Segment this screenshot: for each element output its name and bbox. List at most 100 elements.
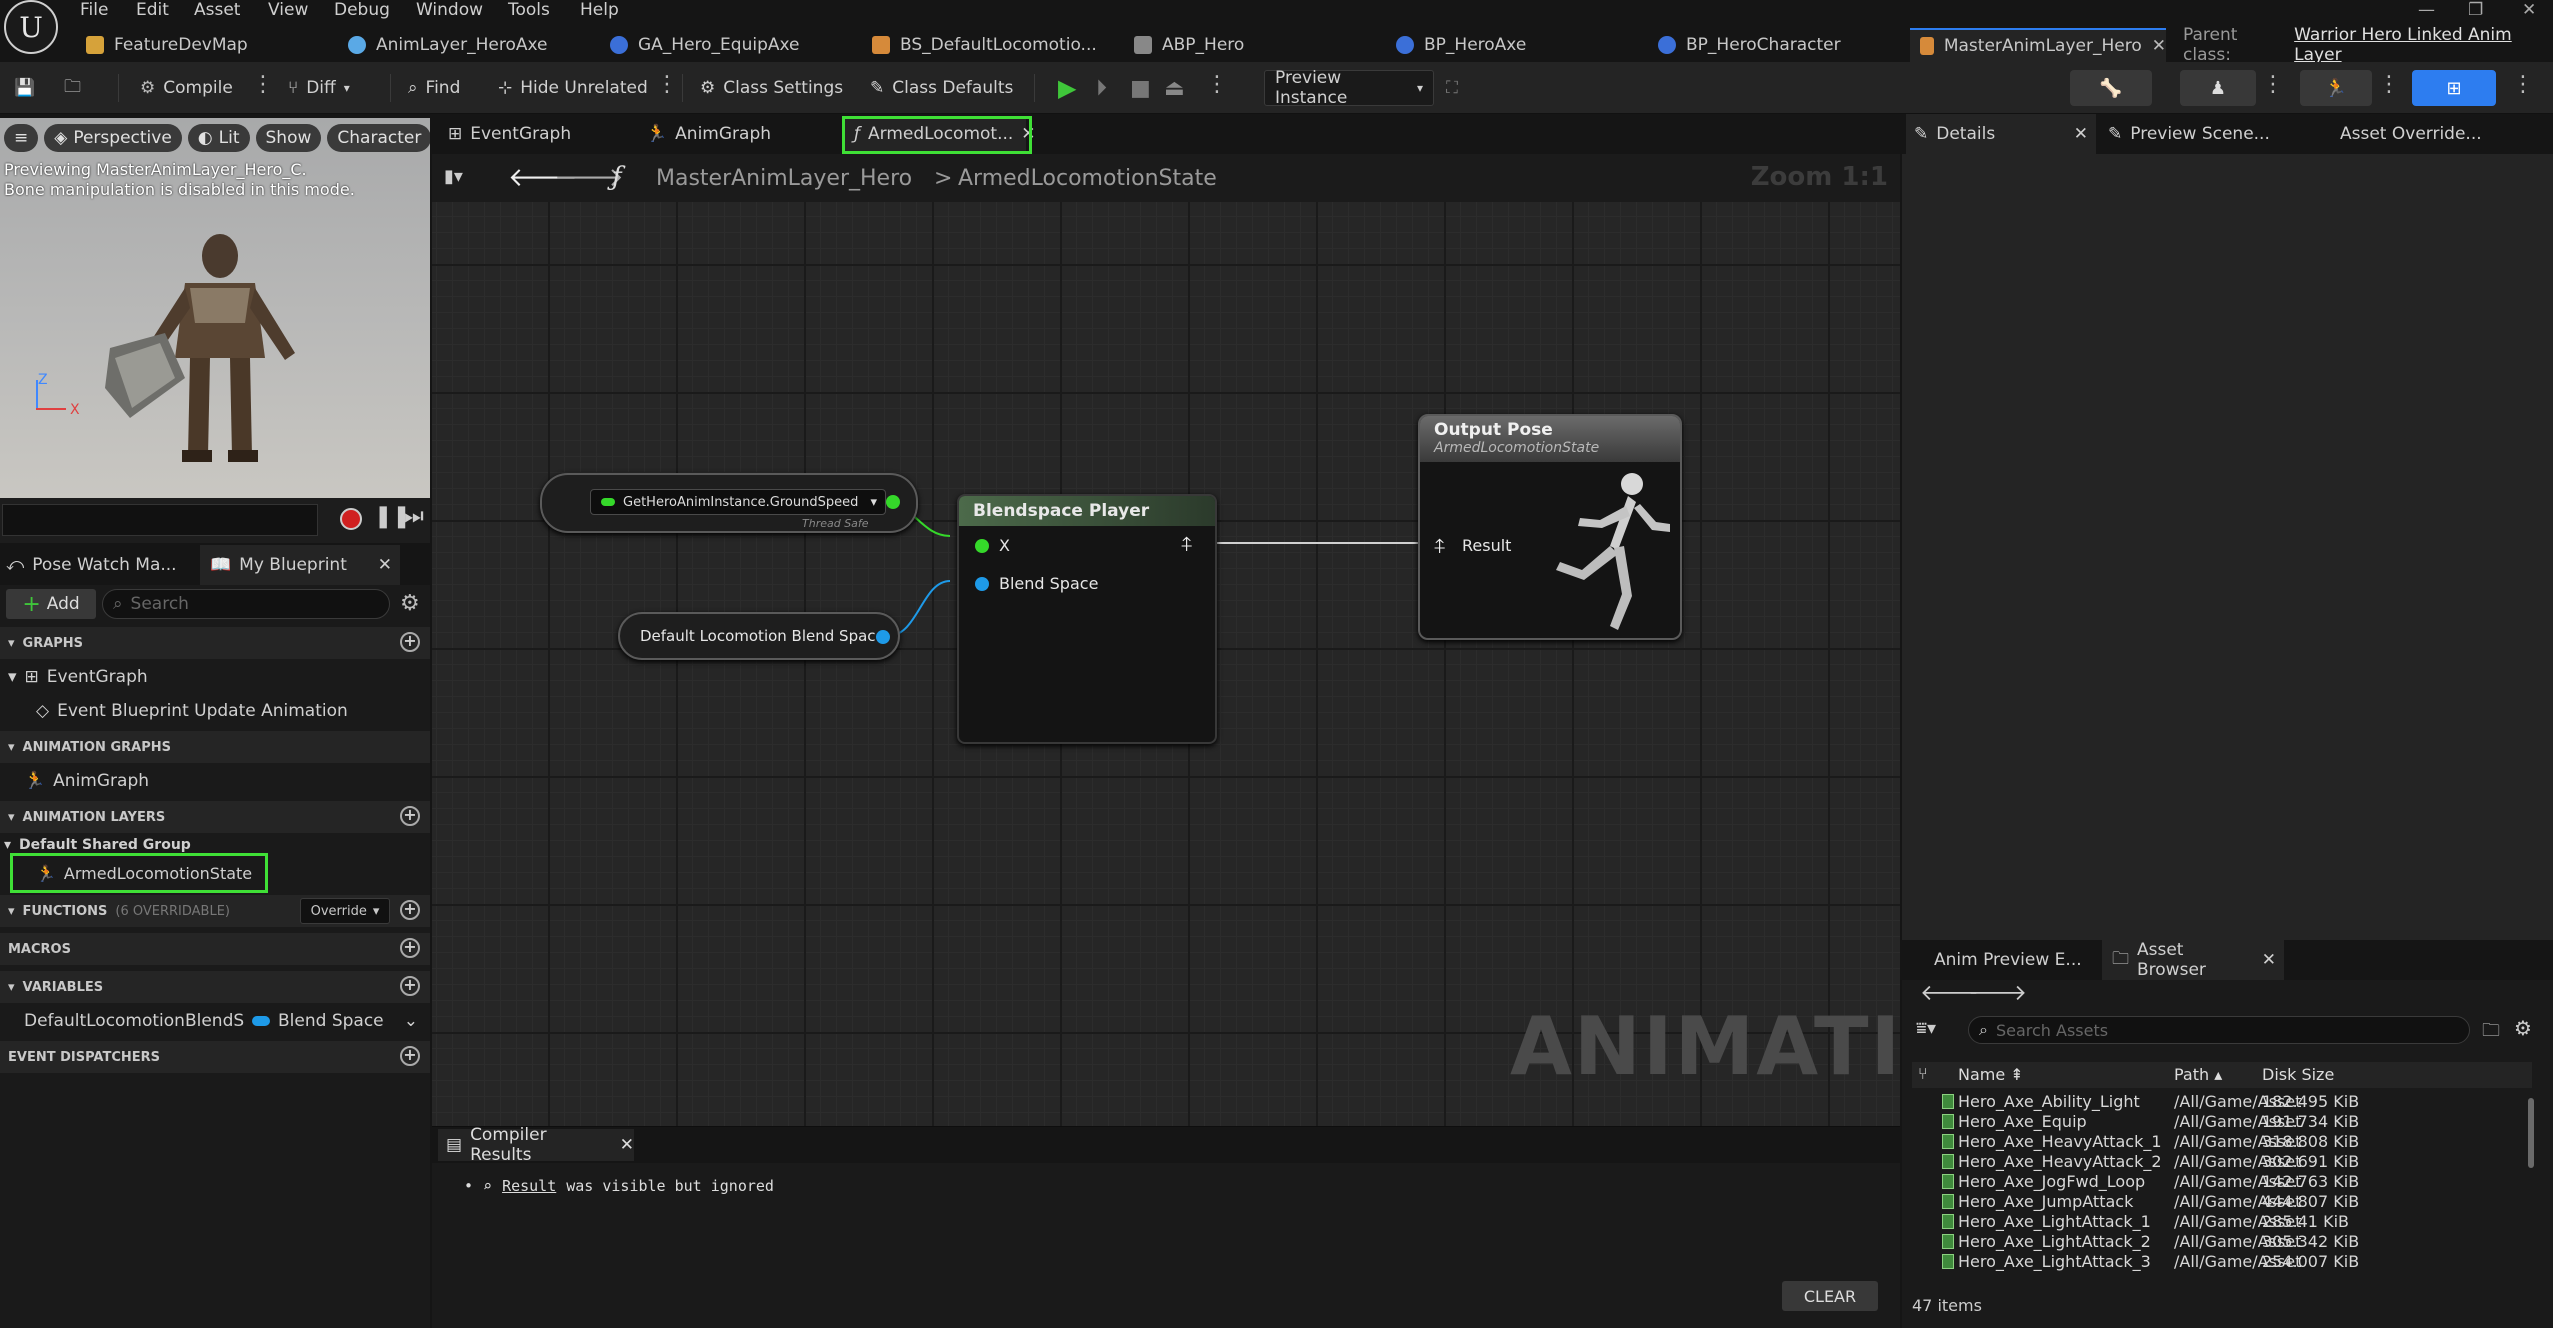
column-path[interactable]: Path ▴ (2174, 1065, 2222, 1084)
doc-tab-bp-heroaxe[interactable]: BP_HeroAxe (1396, 28, 1526, 62)
column-options-icon[interactable]: ⑂ (1918, 1064, 1928, 1083)
character-button[interactable]: Character (327, 124, 430, 152)
simulate-icon[interactable]: ⏏ (1164, 70, 1185, 106)
class-settings-button[interactable]: ⚙ Class Settings (700, 70, 843, 106)
menu-debug[interactable]: Debug (334, 0, 390, 20)
tab-details[interactable]: ✎ Details ✕ (1906, 114, 2096, 154)
play-options-icon[interactable]: ⋮ (1206, 72, 1228, 97)
asset-row[interactable]: Hero_Axe_LightAttack_2/All/Game/Asset 305… (1912, 1232, 2532, 1252)
menu-edit[interactable]: Edit (136, 0, 169, 20)
viewport-menu-button[interactable]: ≡ (4, 124, 39, 152)
property-access-dropdown[interactable]: GetHeroAnimInstance.GroundSpeed ▾ (590, 489, 886, 515)
getter-node[interactable]: GetHeroAnimInstance.GroundSpeed ▾ Thread… (540, 473, 918, 533)
doc-tab-animlayer-heroaxe[interactable]: AnimLayer_HeroAxe (348, 28, 547, 62)
asset-list-scrollbar[interactable] (2528, 1098, 2534, 1168)
forward-arrow-icon[interactable]: 🡒 (1968, 980, 2027, 1006)
asset-row[interactable]: Hero_Axe_JogFwd_Loop/All/Game/Asset 142.7… (1912, 1172, 2532, 1192)
settings-gear-icon[interactable]: ⚙ (2514, 1016, 2532, 1040)
blendspace-player-node[interactable]: Blendspace Player X ⍏ Blend Space (957, 494, 1217, 744)
close-tab-icon[interactable]: ✕ (2074, 124, 2088, 144)
tab-asset-override[interactable]: Asset Override... (2340, 114, 2482, 154)
add-function-icon[interactable]: + (400, 900, 420, 920)
add-variable-icon[interactable]: + (400, 976, 420, 996)
compiler-result-link[interactable]: Result (502, 1177, 556, 1195)
mesh-options-icon[interactable]: ⋮ (2262, 72, 2284, 97)
folder-icon[interactable]: 🗀 (2482, 1018, 2500, 1048)
section-graphs[interactable]: ▾ GRAPHS + (0, 627, 430, 659)
menu-asset[interactable]: Asset (194, 0, 240, 20)
add-graph-icon[interactable]: + (400, 632, 420, 652)
hide-unrelated-button[interactable]: ⊹ Hide Unrelated (498, 70, 648, 106)
section-animation-graphs[interactable]: ▾ ANIMATION GRAPHS (0, 731, 430, 763)
doc-tab-abp-hero[interactable]: ABP_Hero (1134, 28, 1244, 62)
save-icon[interactable]: 💾 (14, 70, 35, 106)
play-forward-icon[interactable]: ⏭ (404, 504, 424, 529)
debug-filter-icon[interactable]: ⛶ (1446, 70, 1458, 106)
blueprint-options-icon[interactable]: ⋮ (2512, 72, 2534, 97)
add-macro-icon[interactable]: + (400, 938, 420, 958)
mesh-mode-button[interactable]: ♟ (2180, 70, 2256, 106)
doc-tab-bs-defaultlocomotion[interactable]: BS_DefaultLocomotio... (872, 28, 1097, 62)
animation-options-icon[interactable]: ⋮ (2378, 72, 2400, 97)
pose-output-pin-icon[interactable]: ⍏ (1181, 532, 1193, 556)
doc-tab-featuredevmap[interactable]: FeatureDevMap (86, 28, 248, 62)
doc-tab-masteranimlayer-hero[interactable]: MasterAnimLayer_Hero ✕ (1910, 28, 2166, 62)
tab-compiler-results[interactable]: ▤ Compiler Results ✕ (438, 1125, 634, 1165)
graph-item-eventgraph[interactable]: ▾ ⊞ EventGraph (0, 661, 430, 693)
add-layer-icon[interactable]: + (400, 806, 420, 826)
close-tab-icon[interactable]: ✕ (2262, 950, 2276, 970)
tab-pose-watch[interactable]: ⤺ Pose Watch Ma... (6, 545, 177, 585)
blueprint-mode-button[interactable]: ⊞ (2412, 70, 2496, 106)
close-tab-icon[interactable]: ✕ (620, 1135, 634, 1155)
preview-instance-dropdown[interactable]: Preview Instance ▾ (1264, 68, 1434, 108)
filter-icon[interactable]: ⩸▾ (1916, 1018, 1936, 1039)
event-item-update-animation[interactable]: ◇ Event Blueprint Update Animation (0, 695, 430, 727)
doc-tab-ga-hero-equipaxe[interactable]: GA_Hero_EquipAxe (610, 28, 800, 62)
override-dropdown[interactable]: Override ▾ (300, 898, 390, 924)
menu-window[interactable]: Window (416, 0, 483, 20)
menu-help[interactable]: Help (580, 0, 619, 20)
column-name[interactable]: Name ⇞ (1958, 1065, 2024, 1084)
animation-mode-button[interactable]: 🏃 (2300, 70, 2372, 106)
blueprint-search[interactable]: ⌕ Search (102, 589, 390, 619)
asset-row[interactable]: Hero_Axe_HeavyAttack_1/All/Game/Asset 318… (1912, 1132, 2532, 1152)
minimize-icon[interactable]: — (2418, 0, 2435, 20)
menu-view[interactable]: View (268, 0, 308, 20)
variable-item[interactable]: DefaultLocomotionBlendSpa Blend Space ⌄ (0, 1005, 430, 1037)
close-window-icon[interactable]: ✕ (2522, 0, 2536, 20)
record-icon[interactable] (340, 508, 362, 530)
menu-file[interactable]: File (80, 0, 108, 20)
tab-my-blueprint[interactable]: 📖 My Blueprint ✕ (200, 545, 400, 585)
step-icon[interactable]: ⏵ (1096, 70, 1107, 106)
lit-button[interactable]: ◐ Lit (187, 124, 250, 152)
diff-button[interactable]: ⑂ Diff ▾ (288, 70, 350, 106)
blendspace-output-pin[interactable] (876, 630, 890, 644)
graph-canvas[interactable]: ▮▾ 🡐 🡒 ƒ MasterAnimLayer_Hero > ArmedLoc… (432, 154, 1900, 1126)
settings-gear-icon[interactable]: ⚙ (400, 591, 420, 616)
pose-input-pin-icon[interactable]: ⍏ (1434, 534, 1446, 558)
timeline-field[interactable] (2, 504, 318, 536)
parent-class-link[interactable]: Warrior Hero Linked Anim Layer (2294, 25, 2553, 65)
stop-icon[interactable]: ■ (1130, 70, 1151, 106)
show-button[interactable]: Show (255, 124, 322, 152)
play-icon[interactable]: ▶ (1058, 70, 1076, 106)
asset-row[interactable]: Hero_Axe_LightAttack_3/All/Game/Asset 254… (1912, 1252, 2532, 1272)
add-button[interactable]: + Add (6, 589, 96, 619)
add-dispatcher-icon[interactable]: + (400, 1046, 420, 1066)
float-output-pin[interactable] (886, 495, 900, 509)
section-macros[interactable]: MACROS + (0, 933, 430, 965)
section-animation-layers[interactable]: ▾ ANIMATION LAYERS + (0, 801, 430, 833)
clear-button[interactable]: CLEAR (1782, 1281, 1878, 1311)
asset-row[interactable]: Hero_Axe_Ability_Light/All/Game/Asset 182… (1912, 1092, 2532, 1112)
class-defaults-button[interactable]: ✎ Class Defaults (870, 70, 1013, 106)
close-tab-icon[interactable]: ✕ (378, 555, 392, 575)
blendspace-input-pin[interactable] (975, 577, 989, 591)
section-functions[interactable]: ▾ FUNCTIONS (6 OVERRIDABLE) Override ▾ + (0, 895, 430, 927)
tab-preview-scene[interactable]: ✎ Preview Scene... (2108, 114, 2270, 154)
browse-icon[interactable]: 🗀 (64, 70, 81, 106)
graph-item-animgraph[interactable]: 🏃 AnimGraph (0, 765, 430, 797)
tab-asset-browser[interactable]: 🗀 Asset Browser ✕ (2102, 940, 2284, 980)
asset-row[interactable]: Hero_Axe_LightAttack_1/All/Game/Asset 285… (1912, 1212, 2532, 1232)
asset-search-input[interactable]: ⌕ Search Assets (1968, 1016, 2470, 1044)
asset-row[interactable]: Hero_Axe_HeavyAttack_2/All/Game/Asset 302… (1912, 1152, 2532, 1172)
